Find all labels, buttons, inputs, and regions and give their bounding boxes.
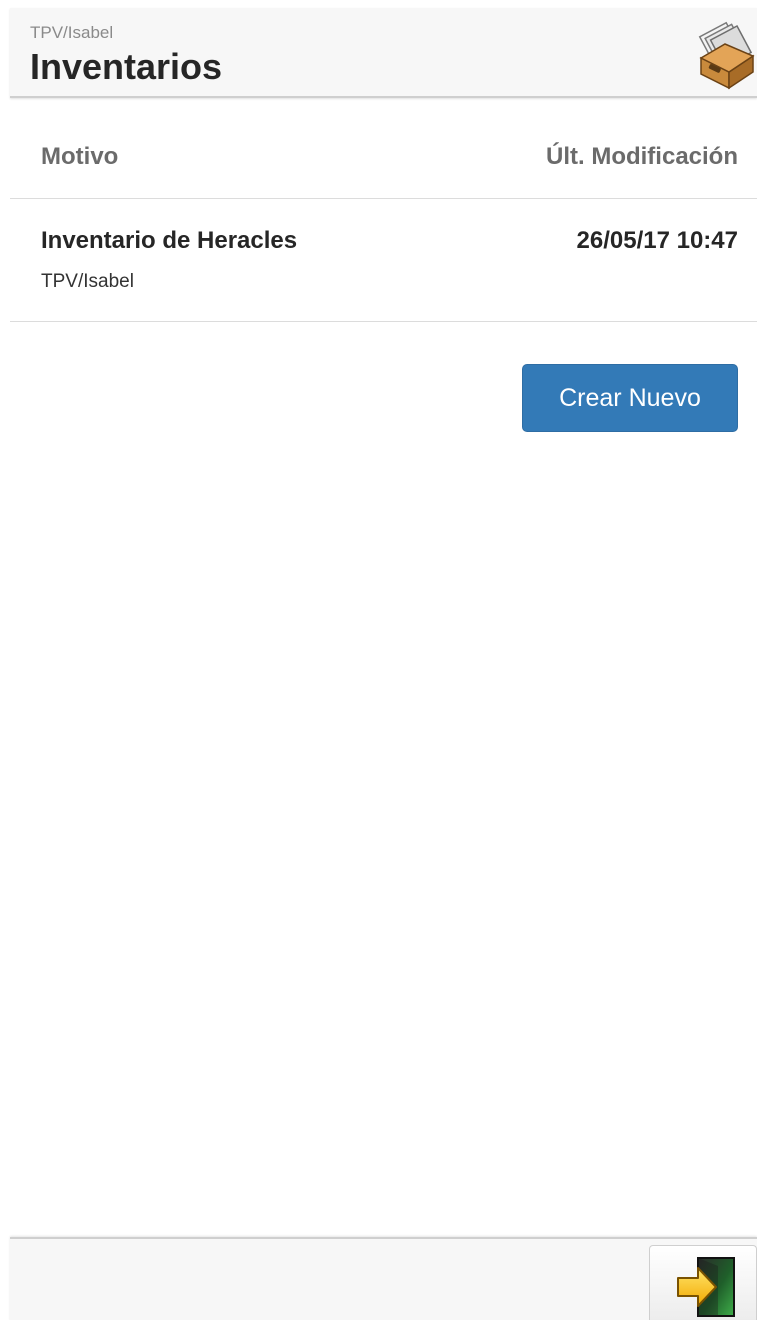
inventory-box-icon: [698, 21, 755, 90]
footer-bar: [10, 1237, 757, 1320]
exit-door-icon: [677, 1257, 735, 1317]
exit-button[interactable]: [649, 1245, 757, 1320]
header-bar: TPV/Isabel Inventarios: [10, 8, 757, 98]
table-header: Motivo Últ. Modificación: [10, 100, 757, 199]
column-header-modified: Últ. Modificación: [546, 143, 738, 170]
column-header-motivo: Motivo: [41, 143, 119, 170]
row-name: Inventario de Heracles: [41, 227, 298, 254]
row-subtitle: TPV/Isabel: [41, 271, 134, 292]
create-new-button[interactable]: Crear Nuevo: [522, 364, 738, 432]
header-subtitle: TPV/Isabel: [30, 23, 114, 42]
page: TPV/Isabel Inventarios Motivo Últ. Modif…: [0, 0, 757, 1320]
page-title: Inventarios: [30, 46, 223, 87]
table-row[interactable]: Inventario de Heracles TPV/Isabel 26/05/…: [10, 199, 757, 322]
row-date: 26/05/17 10:47: [576, 227, 738, 254]
